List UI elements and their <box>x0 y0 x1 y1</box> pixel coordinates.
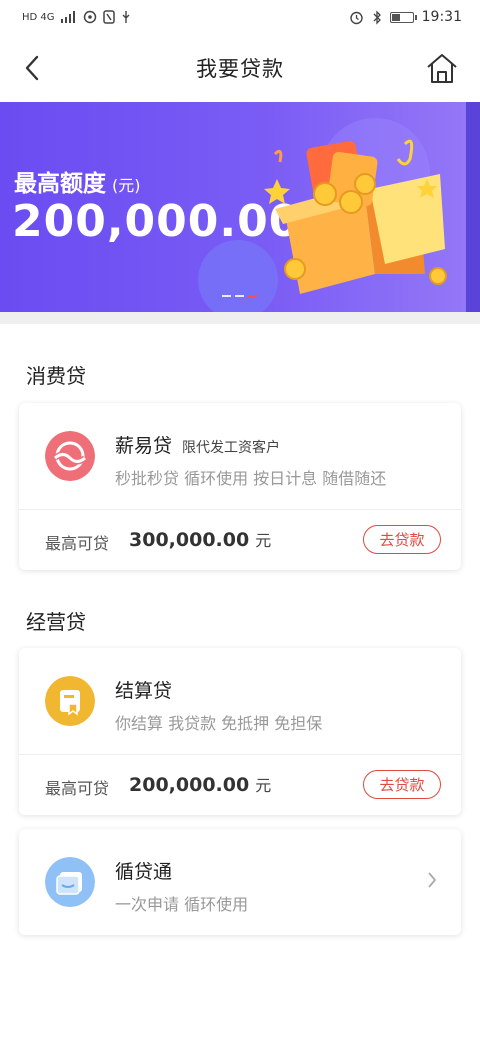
limit-amount: 300,000.00 元 <box>129 529 272 551</box>
battery-icon <box>389 11 417 23</box>
nfc-icon <box>102 10 115 24</box>
limit-label: 最高可贷 <box>45 534 110 553</box>
network-label: HD 4G <box>22 11 55 23</box>
back-button[interactable] <box>14 50 50 86</box>
header: 我要贷款 <box>0 34 480 102</box>
alarm-icon <box>349 11 363 24</box>
xinyidai-logo-icon <box>45 431 95 481</box>
usb-icon <box>122 11 130 23</box>
status-left: HD 4G <box>22 10 131 24</box>
status-time: 19:31 <box>421 9 462 25</box>
home-icon <box>427 54 457 83</box>
limit-amount: 200,000.00 元 <box>129 774 272 796</box>
page-title: 我要贷款 <box>196 57 284 81</box>
bluetooth-icon <box>373 9 381 25</box>
carousel-indicator[interactable] <box>222 295 257 297</box>
product-name: 结算贷 <box>115 680 173 702</box>
chevron-left-icon <box>25 55 39 81</box>
signal-icon <box>60 11 75 23</box>
limit-label: 最高可贷 <box>45 779 110 798</box>
product-desc: 秒批秒贷 循环使用 按日计息 随借随还 <box>115 469 387 488</box>
jiesuandai-logo-icon <box>45 676 95 726</box>
product-card-xinyidai[interactable]: 薪易贷 限代发工资客户 秒批秒贷 循环使用 按日计息 随借随还 最高可贷 300,… <box>19 403 461 570</box>
banner-label: 最高额度 (元) <box>14 171 141 197</box>
limit-unit: 元 <box>255 776 272 795</box>
section-title-consumer: 消费贷 <box>26 364 86 388</box>
apply-loan-button[interactable]: 去贷款 <box>363 525 441 554</box>
banner-unit: (元) <box>112 176 141 195</box>
section-divider <box>0 312 480 324</box>
chevron-right-icon <box>428 872 437 888</box>
carousel-dot[interactable] <box>235 295 244 297</box>
status-right: 19:31 <box>349 9 462 25</box>
limit-unit: 元 <box>255 531 272 550</box>
carousel-dot-active[interactable] <box>248 295 257 297</box>
xundaitong-logo-icon <box>45 857 95 907</box>
product-name: 薪易贷 限代发工资客户 <box>115 435 281 457</box>
home-button[interactable] <box>422 48 462 88</box>
apply-loan-button[interactable]: 去贷款 <box>363 770 441 799</box>
gift-box-illustration <box>264 139 447 294</box>
section-title-business: 经营贷 <box>26 610 86 634</box>
carousel-dot[interactable] <box>222 295 231 297</box>
product-tag: 限代发工资客户 <box>182 440 281 456</box>
product-desc: 一次申请 循环使用 <box>115 895 249 914</box>
product-card-xundaitong[interactable]: 循贷通 一次申请 循环使用 <box>19 829 461 935</box>
status-bar: HD 4G 19:31 <box>0 0 480 34</box>
product-name: 循贷通 <box>115 861 173 883</box>
product-card-jiesuandai[interactable]: 结算贷 你结算 我贷款 免抵押 免担保 最高可贷 200,000.00 元 去贷款 <box>19 648 461 815</box>
promo-banner[interactable]: 最高额度 (元) 200,000.00 <box>0 102 480 312</box>
product-desc: 你结算 我贷款 免抵押 免担保 <box>115 714 323 733</box>
hotspot-icon <box>83 10 96 24</box>
